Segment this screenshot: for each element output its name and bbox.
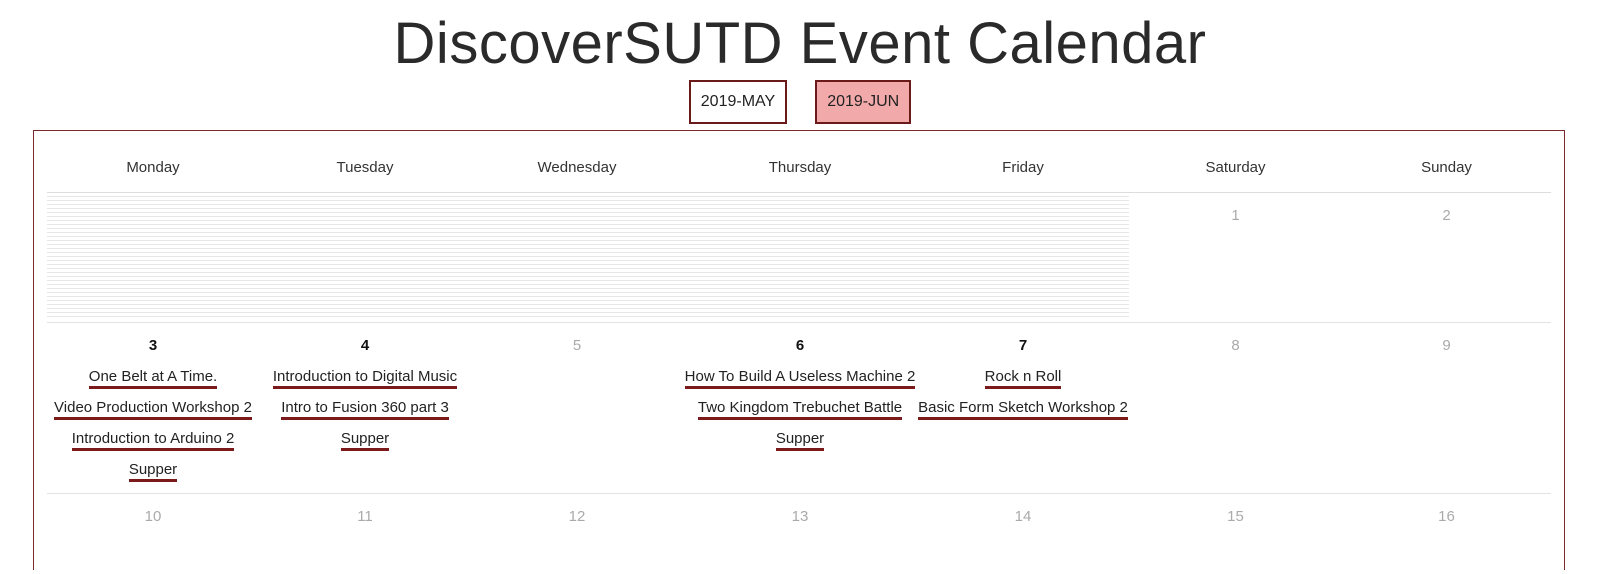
day-number: 4 bbox=[360, 337, 370, 354]
calendar-day: 7 Rock n Roll Basic Form Sketch Workshop 2 bbox=[917, 323, 1129, 493]
weekday-header: Tuesday bbox=[336, 159, 394, 176]
event-list: One Belt at A Time. Video Production Work… bbox=[54, 367, 252, 491]
event-list: How To Build A Useless Machine 2 Two King… bbox=[684, 367, 916, 460]
calendar-day bbox=[47, 193, 259, 322]
event-link[interactable]: How To Build A Useless Machine 2 bbox=[684, 367, 916, 389]
day-number: 16 bbox=[1438, 508, 1455, 525]
event-link[interactable]: Rock n Roll bbox=[984, 367, 1062, 389]
calendar-day: 13 bbox=[683, 494, 917, 574]
day-number: 13 bbox=[791, 508, 809, 525]
event-link[interactable]: Supper bbox=[128, 460, 178, 482]
day-number: 9 bbox=[1442, 337, 1451, 354]
day-number: 1 bbox=[1231, 207, 1240, 224]
calendar-day: 14 bbox=[917, 494, 1129, 574]
event-list: Introduction to Digital Music Intro to Fu… bbox=[272, 367, 458, 460]
event-link[interactable]: Intro to Fusion 360 part 3 bbox=[281, 398, 449, 420]
calendar-week: 10 11 12 13 14 15 16 bbox=[47, 494, 1551, 574]
event-link[interactable]: One Belt at A Time. bbox=[88, 367, 218, 389]
day-number: 14 bbox=[1014, 508, 1032, 525]
event-link[interactable]: Two Kingdom Trebuchet Battle bbox=[697, 398, 903, 420]
calendar-grid: Monday Tuesday Wednesday Thursday Friday… bbox=[47, 131, 1551, 574]
calendar-day: 3 One Belt at A Time. Video Production Wor… bbox=[47, 323, 259, 493]
day-number: 5 bbox=[572, 337, 582, 354]
day-number: 15 bbox=[1227, 508, 1244, 525]
weekday-header-row: Monday Tuesday Wednesday Thursday Friday… bbox=[47, 131, 1551, 193]
weekday-header: Wednesday bbox=[537, 159, 617, 176]
month-button-jun[interactable]: 2019-JUN bbox=[815, 80, 912, 124]
weekday-header: Sunday bbox=[1421, 159, 1472, 176]
day-number: 2 bbox=[1442, 207, 1451, 224]
event-link[interactable]: Video Production Workshop 2 bbox=[54, 398, 252, 420]
weeks-container: 1 2 3 One Belt at A Time. Video Production W… bbox=[47, 193, 1551, 574]
calendar-day: 5 bbox=[471, 323, 683, 493]
calendar-day: 10 bbox=[47, 494, 259, 574]
calendar-week: 3 One Belt at A Time. Video Production Wor… bbox=[47, 323, 1551, 494]
calendar-day: 11 bbox=[259, 494, 471, 574]
calendar-day: 1 bbox=[1129, 193, 1342, 322]
calendar-day: 12 bbox=[471, 494, 683, 574]
calendar-day bbox=[683, 193, 917, 322]
calendar-day: 6 How To Build A Useless Machine 2 Two Kin… bbox=[683, 323, 917, 493]
day-number: 10 bbox=[144, 508, 162, 525]
weekday-header: Friday bbox=[1002, 159, 1044, 176]
weekday-header: Saturday bbox=[1205, 159, 1266, 176]
event-link[interactable]: Supper bbox=[340, 429, 390, 451]
day-number: 3 bbox=[148, 337, 158, 354]
calendar-day bbox=[259, 193, 471, 322]
calendar: Monday Tuesday Wednesday Thursday Friday… bbox=[33, 130, 1565, 570]
weekday-header: Thursday bbox=[768, 159, 832, 176]
day-number: 12 bbox=[568, 508, 586, 525]
calendar-week: 12 bbox=[47, 193, 1551, 323]
event-link[interactable]: Basic Form Sketch Workshop 2 bbox=[918, 398, 1128, 420]
event-list: Rock n Roll Basic Form Sketch Workshop 2 bbox=[918, 367, 1128, 429]
day-number: 6 bbox=[795, 337, 805, 354]
month-nav: 2019-MAY 2019-JUN bbox=[0, 80, 1600, 124]
calendar-day: 9 bbox=[1342, 323, 1551, 493]
calendar-day: 8 bbox=[1129, 323, 1342, 493]
calendar-day: 16 bbox=[1342, 494, 1551, 574]
event-link[interactable]: Supper bbox=[775, 429, 825, 451]
weekday-header: Monday bbox=[126, 159, 180, 176]
calendar-day: 2 bbox=[1342, 193, 1551, 322]
calendar-day bbox=[917, 193, 1129, 322]
calendar-day bbox=[471, 193, 683, 322]
event-link[interactable]: Introduction to Digital Music bbox=[272, 367, 458, 389]
month-button-may[interactable]: 2019-MAY bbox=[688, 80, 788, 124]
calendar-day: 4 Introduction to Digital Music Intro to F… bbox=[259, 323, 471, 493]
event-link[interactable]: Introduction to Arduino 2 bbox=[71, 429, 235, 451]
day-number: 8 bbox=[1231, 337, 1240, 354]
page-title: DiscoverSUTD Event Calendar bbox=[393, 11, 1207, 76]
day-number: 7 bbox=[1018, 337, 1028, 354]
calendar-day: 15 bbox=[1129, 494, 1342, 574]
day-number: 11 bbox=[357, 508, 373, 525]
